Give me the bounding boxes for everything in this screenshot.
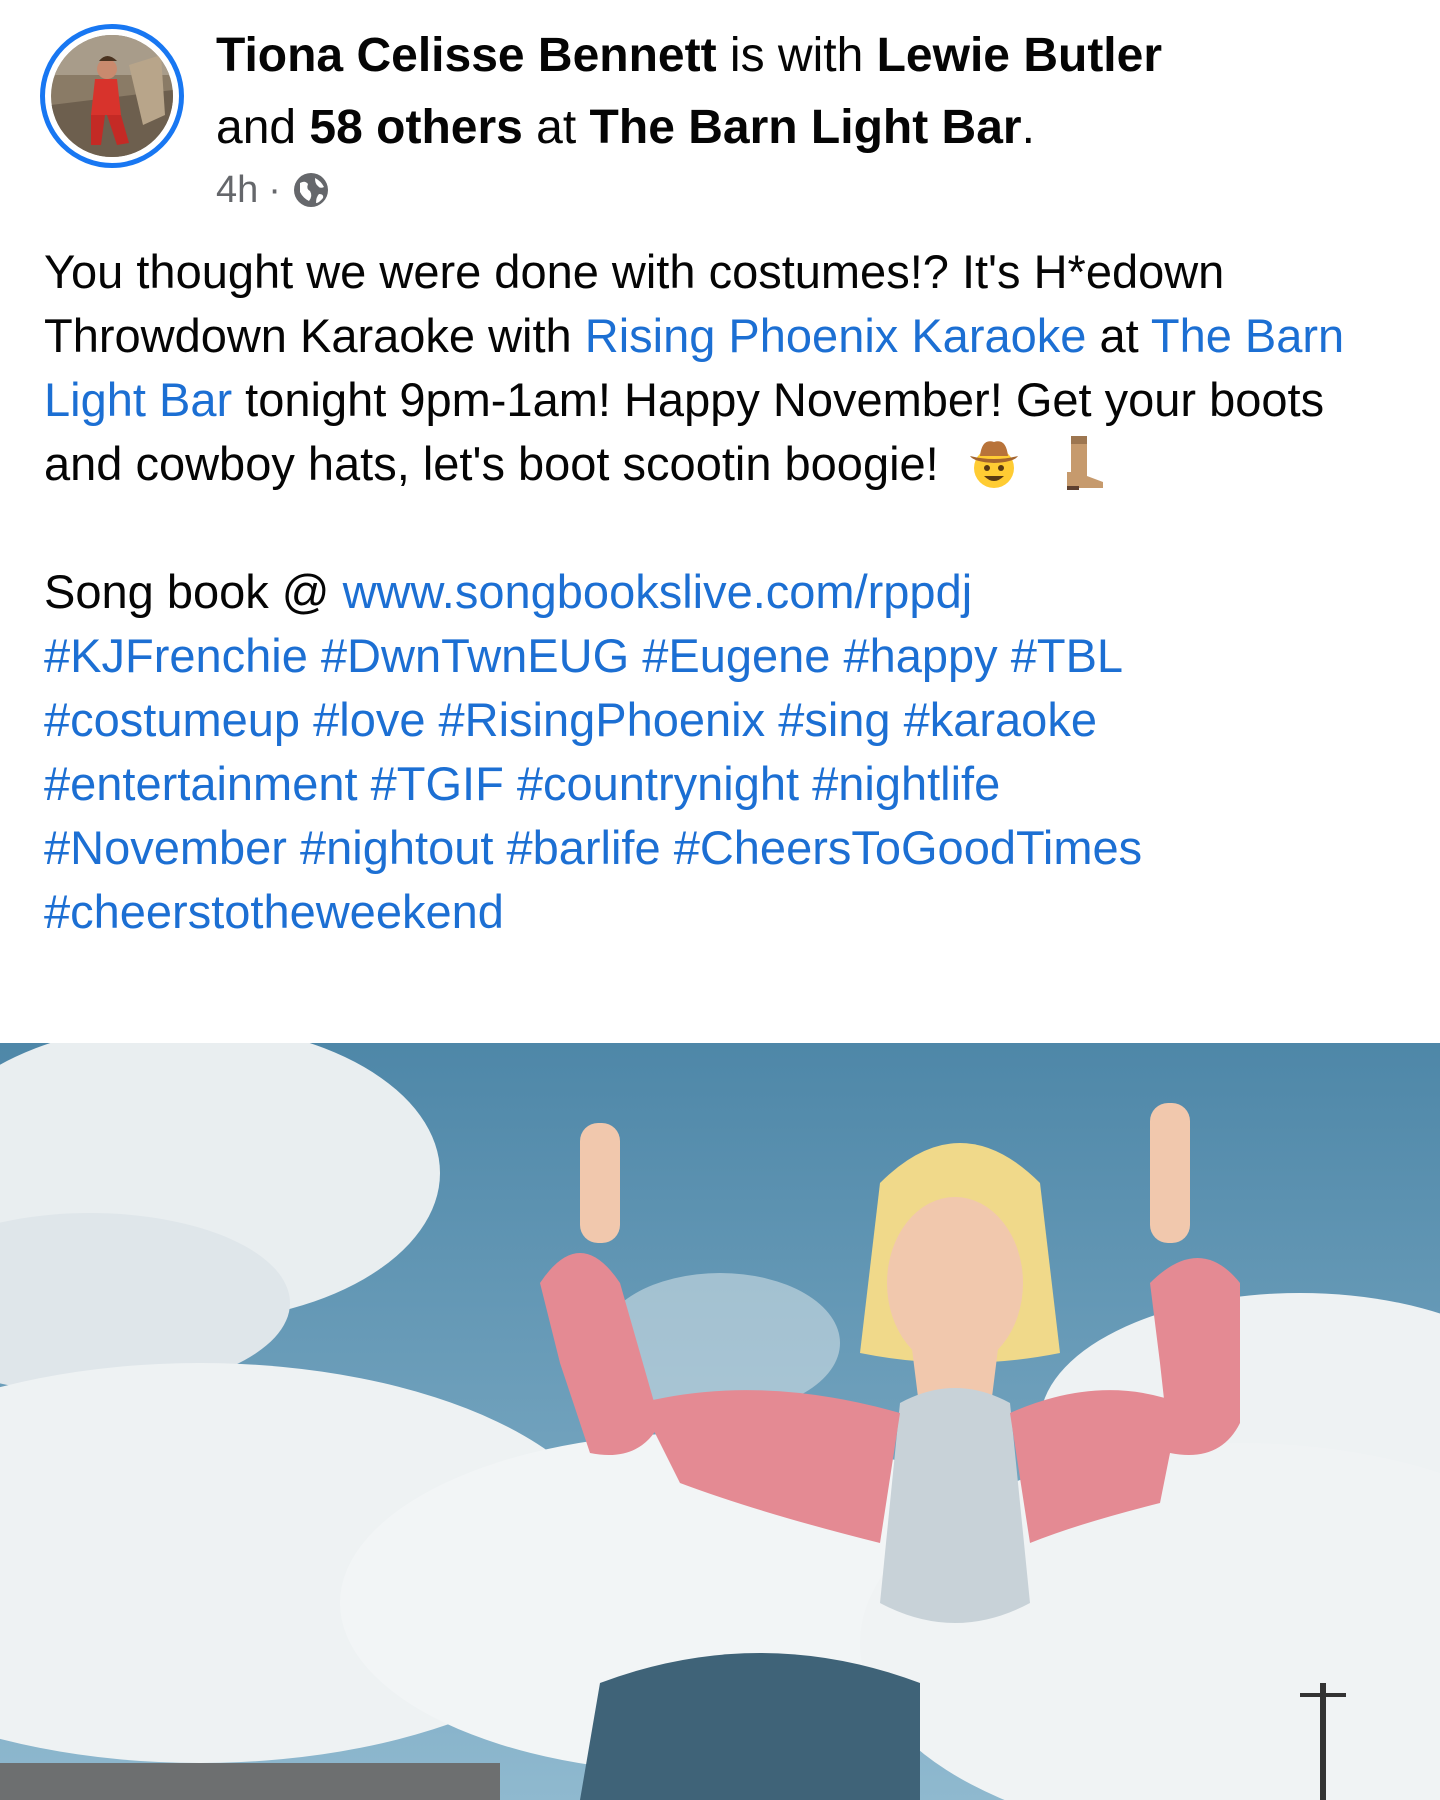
- hashtag-link[interactable]: #TBL: [1011, 629, 1123, 682]
- body-text-2: at: [1086, 309, 1151, 362]
- hashtag-link[interactable]: #RisingPhoenix: [439, 693, 766, 746]
- location-link[interactable]: The Barn Light Bar: [590, 101, 1022, 154]
- period-text: .: [1021, 101, 1035, 154]
- post-paragraph-1: You thought we were done with costumes!?…: [44, 240, 1404, 496]
- author-name-link[interactable]: Tiona Celisse Bennett: [216, 29, 717, 82]
- hashtag-link[interactable]: #TGIF: [371, 757, 504, 810]
- post-header: Tiona Celisse Bennett is with Lewie Butl…: [0, 0, 1440, 215]
- hashtag-link[interactable]: #entertainment: [44, 757, 358, 810]
- with-text: is with: [716, 29, 877, 82]
- tagged-person-link[interactable]: Lewie Butler: [877, 29, 1162, 82]
- hashtag-link[interactable]: #countrynight: [517, 757, 799, 810]
- post-paragraph-2: Song book @ www.songbookslive.com/rppdj …: [44, 560, 1404, 944]
- hashtag-link[interactable]: #nightout: [300, 821, 493, 874]
- hashtag-link[interactable]: #CheersToGoodTimes: [674, 821, 1142, 874]
- hashtag-link[interactable]: #DwnTwnEUG: [321, 629, 629, 682]
- hashtag-link[interactable]: #costumeup: [44, 693, 300, 746]
- hashtag-link[interactable]: #KJFrenchie: [44, 629, 308, 682]
- hashtag-list: #KJFrenchie #DwnTwnEUG #Eugene #happy #T…: [44, 629, 1142, 938]
- hashtag-link[interactable]: #happy: [843, 629, 997, 682]
- others-link[interactable]: 58 others: [309, 101, 522, 154]
- post-photo[interactable]: [0, 1043, 1440, 1800]
- songbook-label: Song book @: [44, 565, 343, 618]
- body-text-3: tonight 9pm-1am! Happy November! Get you…: [44, 373, 1325, 490]
- and-text: and: [216, 101, 310, 154]
- cowboy-boot-icon: [1066, 436, 1103, 490]
- at-text: at: [522, 101, 590, 154]
- post-body: You thought we were done with costumes!?…: [44, 240, 1404, 944]
- hashtag-link[interactable]: #cheerstotheweekend: [44, 885, 504, 938]
- avatar-image: [51, 35, 173, 157]
- hashtag-link[interactable]: #barlife: [506, 821, 660, 874]
- timestamp-link[interactable]: 4h: [216, 169, 258, 212]
- post-meta: 4h ·: [216, 162, 331, 218]
- meta-separator: ·: [268, 168, 281, 211]
- photo-image: [0, 1043, 1440, 1800]
- rising-phoenix-link[interactable]: Rising Phoenix Karaoke: [585, 309, 1087, 362]
- hashtag-link[interactable]: #Eugene: [642, 629, 830, 682]
- hashtag-link[interactable]: #love: [313, 693, 425, 746]
- hashtag-link[interactable]: #nightlife: [812, 757, 1000, 810]
- hashtag-link[interactable]: #karaoke: [904, 693, 1097, 746]
- author-avatar[interactable]: [40, 24, 184, 168]
- cowboy-face-icon: [969, 441, 1018, 488]
- hashtag-link[interactable]: #sing: [778, 693, 890, 746]
- hashtag-link[interactable]: #November: [44, 821, 287, 874]
- post-headline: Tiona Celisse Bennett is with Lewie Butl…: [216, 20, 1396, 164]
- globe-icon[interactable]: [291, 170, 331, 210]
- songbook-link[interactable]: www.songbookslive.com/rppdj: [343, 565, 973, 618]
